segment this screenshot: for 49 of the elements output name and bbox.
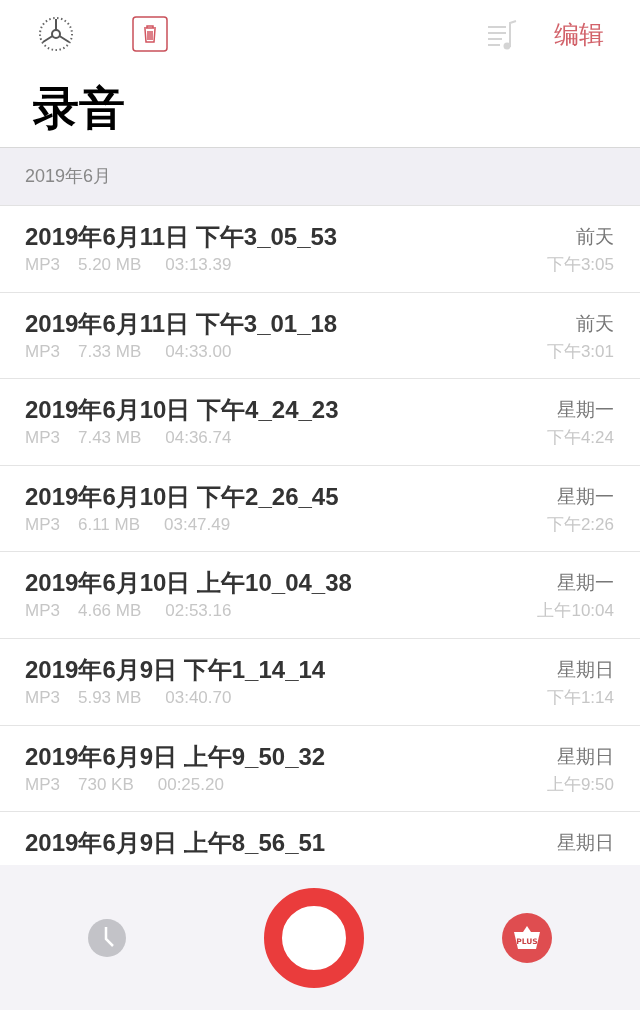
recording-duration: 00:25.20 xyxy=(157,773,224,796)
recording-day: 前天 xyxy=(576,307,614,340)
file-size: 5.20 MB xyxy=(77,254,142,276)
recording-name[interactable]: 2019年6月9日 上午9_50_32 xyxy=(25,740,326,773)
file-size: 5.93 MB xyxy=(77,686,142,709)
recording-duration: 04:33.00 xyxy=(165,340,232,363)
recording-time: 下午3:01 xyxy=(546,340,614,363)
recording-day: 星期一 xyxy=(557,480,614,513)
recording-name[interactable]: 2019年6月11日 下午3_05_53 xyxy=(25,221,338,253)
file-format: MP3 xyxy=(25,427,60,450)
recording-time: 上午9:50 xyxy=(546,773,614,796)
file-size: 6.11 MB xyxy=(77,513,141,536)
recording-day: 星期一 xyxy=(557,567,614,600)
trash-icon[interactable] xyxy=(132,16,168,52)
recording-day: 星期一 xyxy=(557,394,614,427)
recording-name[interactable]: 2019年6月10日 下午2_26_45 xyxy=(25,480,339,513)
file-format: MP3 xyxy=(25,340,60,363)
recording-name[interactable]: 2019年6月10日 上午10_04_38 xyxy=(25,567,352,600)
recording-name[interactable]: 2019年6月10日 下午4_24_23 xyxy=(25,394,339,427)
file-format: MP3 xyxy=(25,600,60,623)
section-header: 2019年6月 xyxy=(25,165,112,188)
recording-time: 下午1:14 xyxy=(546,686,614,709)
file-size: 730 KB xyxy=(77,773,134,796)
recording-time: 下午3:05 xyxy=(546,254,614,276)
timer-icon[interactable] xyxy=(36,14,76,54)
recording-duration: 04:36.74 xyxy=(165,427,232,450)
recording-duration: 03:40.70 xyxy=(165,686,232,709)
file-format: MP3 xyxy=(25,686,60,709)
recording-name[interactable]: 2019年6月9日 上午8_56_51 xyxy=(25,827,326,860)
recording-duration: 03:47.49 xyxy=(164,513,231,536)
recording-day: 星期日 xyxy=(557,653,614,686)
file-size: 4.66 MB xyxy=(77,600,142,623)
recording-time: 下午4:24 xyxy=(546,427,614,450)
page-title: 录音 xyxy=(33,84,125,131)
file-format: MP3 xyxy=(25,773,60,796)
edit-button[interactable]: 编辑 xyxy=(554,21,604,47)
file-size: 7.43 MB xyxy=(77,427,142,450)
recording-duration: 02:53.16 xyxy=(165,600,232,623)
recording-time: 上午10:04 xyxy=(537,600,614,623)
recording-time: 下午2:26 xyxy=(546,513,614,536)
recording-day: 星期日 xyxy=(557,740,614,773)
recording-day: 星期日 xyxy=(557,827,614,860)
file-format: MP3 xyxy=(25,513,60,536)
recording-name[interactable]: 2019年6月11日 下午3_01_18 xyxy=(25,307,338,340)
recording-duration: 03:13.39 xyxy=(165,254,232,276)
recording-day: 前天 xyxy=(576,221,614,253)
file-format: MP3 xyxy=(25,254,60,276)
file-size: 7.33 MB xyxy=(77,340,142,363)
recording-name[interactable]: 2019年6月9日 下午1_14_14 xyxy=(25,653,326,686)
